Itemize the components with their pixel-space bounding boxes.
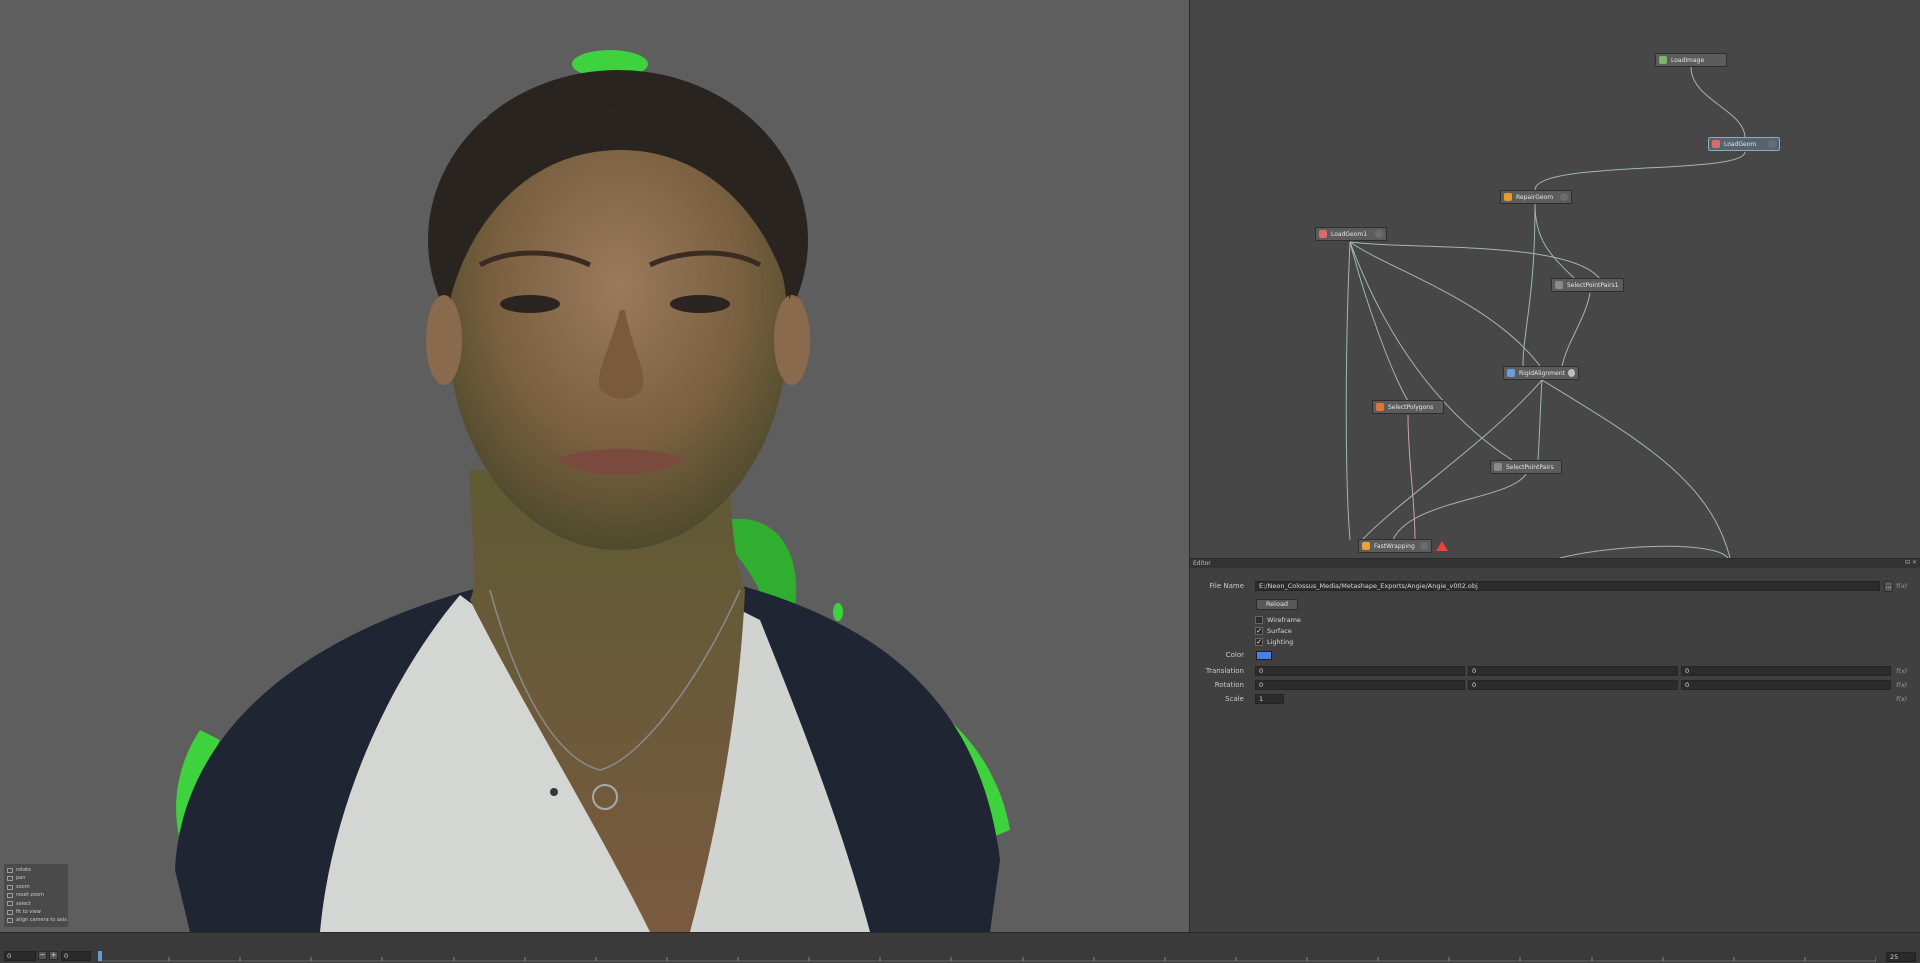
frame-minus-button[interactable]: − <box>38 951 47 960</box>
key-icon <box>7 901 13 907</box>
hotkey-reset-zoom: reset zoom <box>7 891 65 899</box>
editor-title: Editor <box>1193 560 1211 567</box>
edge-repairgeom-rigidalignment-a <box>1522 203 1536 367</box>
node-rigidalignment[interactable]: RigidAlignment <box>1503 366 1579 380</box>
fx-file-name[interactable]: f(x) <box>1896 582 1907 590</box>
key-icon <box>7 892 13 898</box>
key-icon <box>7 909 13 915</box>
hotkey-pan: pan <box>7 874 65 882</box>
repair-icon <box>1504 193 1512 201</box>
translation-z-field[interactable]: 0 <box>1681 666 1891 676</box>
current-frame-field[interactable]: 0 <box>61 950 91 961</box>
hotkey-legend: rotate pan zoom reset zoom select fit to… <box>4 864 68 927</box>
frame-plus-button[interactable]: + <box>49 951 58 960</box>
node-wrapping[interactable]: FastWrapping <box>1358 539 1432 553</box>
lighting-checkbox[interactable]: ✓ <box>1255 638 1263 646</box>
editor-header: Editor ⊟ ✕ <box>1190 559 1920 568</box>
fx-scale[interactable]: f(x) <box>1896 695 1907 703</box>
edge-loadgeom1-rigidalignment <box>1349 241 1541 367</box>
rotation-y-field[interactable]: 0 <box>1468 680 1678 690</box>
mouse-icon <box>7 867 13 873</box>
edge-repairgeom-selectpointpairs1 <box>1534 203 1576 280</box>
edge-selectpointpairs1-rigidalignment <box>1561 292 1591 367</box>
reload-button[interactable]: Reload <box>1256 599 1298 610</box>
bypass-toggle-icon[interactable] <box>1420 542 1428 550</box>
timeline: 0 − + 0 25 <box>0 932 1920 963</box>
edge-rigidalignment-selectpointpairs <box>1537 379 1543 461</box>
hotkey-select: select <box>7 900 65 908</box>
browse-button[interactable]: … <box>1884 581 1893 592</box>
end-frame-field[interactable]: 25 <box>1886 952 1916 962</box>
file-name-field[interactable]: E:/Neon_Colossus_Media/Metashape_Exports… <box>1255 581 1880 591</box>
point-pairs-icon <box>1555 281 1563 289</box>
rotation-z-field[interactable]: 0 <box>1681 680 1891 690</box>
playhead[interactable] <box>98 951 102 961</box>
select-polygons-icon <box>1376 403 1384 411</box>
node-loadimage[interactable]: LoadImage <box>1655 53 1727 67</box>
start-frame-field[interactable]: 0 <box>4 950 36 961</box>
node-graph[interactable]: LoadImage LoadGeom RepairGeom LoadGeom1 … <box>1190 0 1920 558</box>
hotkey-fit: fit to view <box>7 908 65 916</box>
timeline-controls: 0 − + 0 <box>4 950 91 961</box>
edge-selectpolygons-wrapping <box>1407 414 1416 541</box>
bypass-toggle-icon[interactable] <box>1375 230 1383 238</box>
geometry-icon <box>1319 230 1327 238</box>
surface-label: Surface <box>1267 627 1292 635</box>
node-selectpointpairs1[interactable]: SelectPointPairs1 <box>1551 278 1624 292</box>
node-selectpointpairs[interactable]: SelectPointPairs <box>1490 460 1562 474</box>
hotkey-align: align camera to axis <box>7 916 67 924</box>
image-icon <box>1659 56 1667 64</box>
wrap-icon <box>1362 542 1370 550</box>
node-loadgeom[interactable]: LoadGeom <box>1708 137 1780 151</box>
edge-loadgeom1-selectpointpairs <box>1349 241 1513 461</box>
color-swatch[interactable] <box>1256 651 1272 660</box>
edge-loadgeom-repairgeom <box>1534 151 1746 191</box>
wireframe-checkbox[interactable] <box>1255 616 1263 624</box>
3d-viewport[interactable]: rotate pan zoom reset zoom select fit to… <box>0 0 1189 932</box>
geometry-icon <box>1712 140 1720 148</box>
mouse-icon <box>7 876 13 882</box>
point-pairs-icon <box>1494 463 1502 471</box>
alignment-icon <box>1507 369 1515 377</box>
surface-checkbox[interactable]: ✓ <box>1255 627 1263 635</box>
bypass-toggle-icon[interactable] <box>1560 193 1568 201</box>
node-loadgeom1[interactable]: LoadGeom1 <box>1315 227 1387 241</box>
mouse-icon <box>7 884 13 890</box>
file-name-label: File Name <box>1209 582 1244 590</box>
bypass-toggle-icon[interactable] <box>1768 140 1776 148</box>
hotkey-zoom: zoom <box>7 883 65 891</box>
warning-icon[interactable] <box>1436 541 1448 551</box>
translation-x-field[interactable]: 0 <box>1255 666 1465 676</box>
rotation-label: Rotation <box>1214 681 1244 689</box>
color-label: Color <box>1225 651 1244 659</box>
lighting-label: Lighting <box>1267 638 1294 646</box>
edge-loadgeom1-selectpolygons <box>1349 241 1409 402</box>
fx-rotation[interactable]: f(x) <box>1896 681 1907 689</box>
hotkey-rotate: rotate <box>7 866 65 874</box>
fx-translation[interactable]: f(x) <box>1896 667 1907 675</box>
edge-selectpointpairs-wrapping <box>1392 473 1527 541</box>
panel-buttons[interactable]: ⊟ ✕ <box>1905 560 1917 566</box>
scan-render <box>175 50 1010 932</box>
translation-y-field[interactable]: 0 <box>1468 666 1678 676</box>
node-repairgeom[interactable]: RepairGeom <box>1500 190 1572 204</box>
frame-ruler[interactable] <box>98 951 1876 963</box>
edge-offscreen <box>1559 545 1729 558</box>
node-selectpolygons[interactable]: SelectPolygons <box>1372 400 1444 414</box>
editor-panel: Editor ⊟ ✕ File Name E:/Neon_Colossus_Me… <box>1190 558 1920 932</box>
bypass-toggle-icon[interactable] <box>1567 369 1575 377</box>
wireframe-label: Wireframe <box>1267 616 1301 624</box>
scale-label: Scale <box>1225 695 1244 703</box>
scale-field[interactable]: 1 <box>1255 694 1284 704</box>
app-window: rotate pan zoom reset zoom select fit to… <box>0 0 1920 963</box>
edge-loadgeom1-wrapping <box>1345 241 1351 541</box>
rotation-x-field[interactable]: 0 <box>1255 680 1465 690</box>
translation-label: Translation <box>1205 667 1244 675</box>
edge-loadgeom1-selectpointpairs1 <box>1349 241 1601 280</box>
key-icon <box>7 918 13 924</box>
edge-rigidalignment-out <box>1541 379 1731 558</box>
edge-loadimage-loadgeom <box>1690 66 1746 139</box>
